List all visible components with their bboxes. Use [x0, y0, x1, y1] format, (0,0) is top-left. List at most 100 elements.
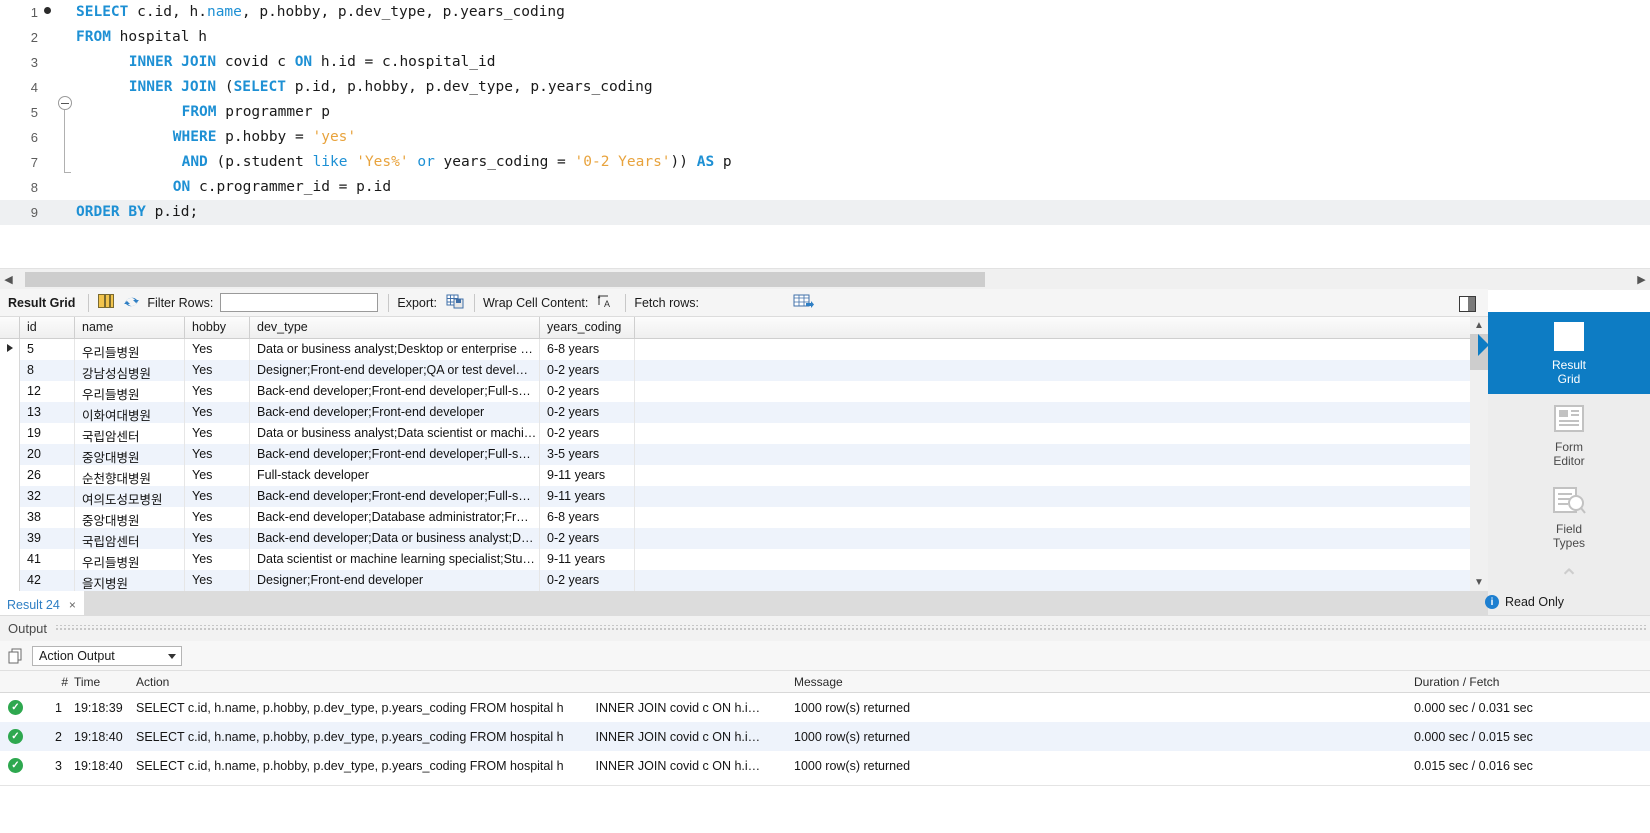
- code-line[interactable]: 9 ORDER BY p.id;: [0, 200, 1650, 225]
- table-row[interactable]: 5 우리들병원 Yes Data or business analyst;Deskto…: [0, 339, 1488, 360]
- cell-hobby[interactable]: Yes: [185, 486, 250, 507]
- result-tab-active[interactable]: Result 24 ×: [0, 591, 84, 615]
- view-tab-field-types[interactable]: Field Types: [1488, 476, 1650, 558]
- output-type-select[interactable]: Action Output: [32, 645, 182, 666]
- column-header-name[interactable]: name: [75, 317, 185, 338]
- scroll-down-icon[interactable]: ▼: [1470, 574, 1488, 591]
- table-row[interactable]: 41 우리들병원 Yes Data scientist or machine lear…: [0, 549, 1488, 570]
- editor-horizontal-scrollbar[interactable]: ◀ ▶: [0, 268, 1650, 290]
- cell-years-coding[interactable]: 0-2 years: [540, 528, 635, 549]
- filter-rows-input[interactable]: [220, 293, 379, 312]
- code-line[interactable]: 1 SELECT c.id, h.name, p.hobby, p.dev_typ…: [0, 0, 1650, 25]
- cell-id[interactable]: 26: [20, 465, 75, 486]
- cell-years-coding[interactable]: 0-2 years: [540, 402, 635, 423]
- column-header-dev-type[interactable]: dev_type: [250, 317, 540, 338]
- code-line[interactable]: 5 FROM programmer p: [0, 100, 1650, 125]
- cell-hobby[interactable]: Yes: [185, 528, 250, 549]
- cell-dev-type[interactable]: Designer;Front-end developer: [250, 570, 540, 591]
- row-selector[interactable]: [0, 423, 20, 444]
- cell-name[interactable]: 중앙대병원: [75, 507, 185, 528]
- toggle-side-panel-icon[interactable]: [1459, 296, 1476, 312]
- table-row[interactable]: 19 국립암센터 Yes Data or business analyst;Data …: [0, 423, 1488, 444]
- fetch-rows-icon[interactable]: [793, 294, 814, 312]
- cell-hobby[interactable]: Yes: [185, 381, 250, 402]
- cell-hobby[interactable]: Yes: [185, 507, 250, 528]
- cell-dev-type[interactable]: Designer;Front-end developer;QA or test …: [250, 360, 540, 381]
- cell-dev-type[interactable]: Back-end developer;Data or business anal…: [250, 528, 540, 549]
- cell-name[interactable]: 국립암센터: [75, 423, 185, 444]
- view-tab-form-editor[interactable]: Form Editor: [1488, 394, 1650, 476]
- cell-name[interactable]: 순천향대병원: [75, 465, 185, 486]
- table-row[interactable]: 20 중앙대병원 Yes Back-end developer;Front-end d…: [0, 444, 1488, 465]
- copy-icon[interactable]: [8, 648, 24, 664]
- cell-years-coding[interactable]: 9-11 years: [540, 549, 635, 570]
- table-row[interactable]: 39 국립암센터 Yes Back-end developer;Data or bus…: [0, 528, 1488, 549]
- code-line[interactable]: 3 INNER JOIN covid c ON h.id = c.hospital…: [0, 50, 1650, 75]
- cell-name[interactable]: 중앙대병원: [75, 444, 185, 465]
- cell-name[interactable]: 우리들병원: [75, 339, 185, 360]
- table-row[interactable]: 8 강남성심병원 Yes Designer;Front-end developer;Q…: [0, 360, 1488, 381]
- cell-id[interactable]: 38: [20, 507, 75, 528]
- cell-years-coding[interactable]: 6-8 years: [540, 507, 635, 528]
- cell-years-coding[interactable]: 0-2 years: [540, 381, 635, 402]
- action-output-row[interactable]: ✓ 3 19:18:40 SELECT c.id, h.name, p.hobby, …: [0, 751, 1650, 780]
- cell-hobby[interactable]: Yes: [185, 570, 250, 591]
- table-row[interactable]: 13 이화여대병원 Yes Back-end developer;Front-end …: [0, 402, 1488, 423]
- cell-years-coding[interactable]: 0-2 years: [540, 570, 635, 591]
- cell-dev-type[interactable]: Data or business analyst;Desktop or ente…: [250, 339, 540, 360]
- scroll-left-icon[interactable]: ◀: [0, 268, 17, 290]
- cell-years-coding[interactable]: 3-5 years: [540, 444, 635, 465]
- result-grid[interactable]: id name hobby dev_type years_coding 5 우리들…: [0, 317, 1488, 591]
- cell-name[interactable]: 을지병원: [75, 570, 185, 591]
- breakpoint-marker-icon[interactable]: [40, 0, 54, 25]
- cell-name[interactable]: 이화여대병원: [75, 402, 185, 423]
- cell-name[interactable]: 국립암센터: [75, 528, 185, 549]
- scrollbar-thumb[interactable]: [25, 271, 985, 287]
- cell-dev-type[interactable]: Data scientist or machine learning speci…: [250, 549, 540, 570]
- cell-id[interactable]: 13: [20, 402, 75, 423]
- row-selector[interactable]: [0, 507, 20, 528]
- cell-hobby[interactable]: Yes: [185, 423, 250, 444]
- cell-dev-type[interactable]: Back-end developer;Database administrato…: [250, 507, 540, 528]
- row-selector[interactable]: [0, 549, 20, 570]
- row-selector[interactable]: [0, 444, 20, 465]
- sql-code-area[interactable]: 1 SELECT c.id, h.name, p.hobby, p.dev_typ…: [0, 0, 1650, 268]
- cell-years-coding[interactable]: 0-2 years: [540, 423, 635, 444]
- cell-dev-type[interactable]: Back-end developer;Front-end developer;F…: [250, 381, 540, 402]
- cell-name[interactable]: 우리들병원: [75, 381, 185, 402]
- cell-hobby[interactable]: Yes: [185, 444, 250, 465]
- cell-dev-type[interactable]: Back-end developer;Front-end developer;F…: [250, 444, 540, 465]
- cell-dev-type[interactable]: Full-stack developer: [250, 465, 540, 486]
- row-selector[interactable]: [0, 360, 20, 381]
- cell-hobby[interactable]: Yes: [185, 360, 250, 381]
- column-header-id[interactable]: id: [20, 317, 75, 338]
- row-selector[interactable]: [0, 486, 20, 507]
- code-line[interactable]: 4 INNER JOIN (SELECT p.id, p.hobby, p.dev…: [0, 75, 1650, 100]
- row-selector[interactable]: [0, 570, 20, 591]
- row-selector[interactable]: [0, 339, 20, 360]
- code-line[interactable]: 8 ON c.programmer_id = p.id: [0, 175, 1650, 200]
- cell-hobby[interactable]: Yes: [185, 339, 250, 360]
- row-selector[interactable]: [0, 381, 20, 402]
- cell-dev-type[interactable]: Data or business analyst;Data scientist …: [250, 423, 540, 444]
- cell-years-coding[interactable]: 9-11 years: [540, 486, 635, 507]
- action-output-row[interactable]: ✓ 2 19:18:40 SELECT c.id, h.name, p.hobby, …: [0, 722, 1650, 751]
- cell-hobby[interactable]: Yes: [185, 549, 250, 570]
- scroll-up-icon[interactable]: ▲: [1470, 317, 1488, 334]
- sql-editor[interactable]: 1 SELECT c.id, h.name, p.hobby, p.dev_typ…: [0, 0, 1650, 268]
- cell-hobby[interactable]: Yes: [185, 465, 250, 486]
- table-row[interactable]: 38 중앙대병원 Yes Back-end developer;Database ad…: [0, 507, 1488, 528]
- cell-id[interactable]: 8: [20, 360, 75, 381]
- view-tab-result-grid[interactable]: Result Grid: [1478, 312, 1650, 394]
- grid-vertical-scrollbar[interactable]: ▲ ▼: [1470, 317, 1488, 591]
- cell-id[interactable]: 42: [20, 570, 75, 591]
- cell-id[interactable]: 39: [20, 528, 75, 549]
- action-output-row[interactable]: ✓ 1 19:18:39 SELECT c.id, h.name, p.hobby, …: [0, 693, 1650, 722]
- cell-name[interactable]: 강남성심병원: [75, 360, 185, 381]
- cell-id[interactable]: 41: [20, 549, 75, 570]
- cell-name[interactable]: 우리들병원: [75, 549, 185, 570]
- cell-id[interactable]: 5: [20, 339, 75, 360]
- action-output-list[interactable]: ✓ 1 19:18:39 SELECT c.id, h.name, p.hobby, …: [0, 693, 1650, 785]
- chevron-down-icon[interactable]: [168, 653, 176, 659]
- column-header-hobby[interactable]: hobby: [185, 317, 250, 338]
